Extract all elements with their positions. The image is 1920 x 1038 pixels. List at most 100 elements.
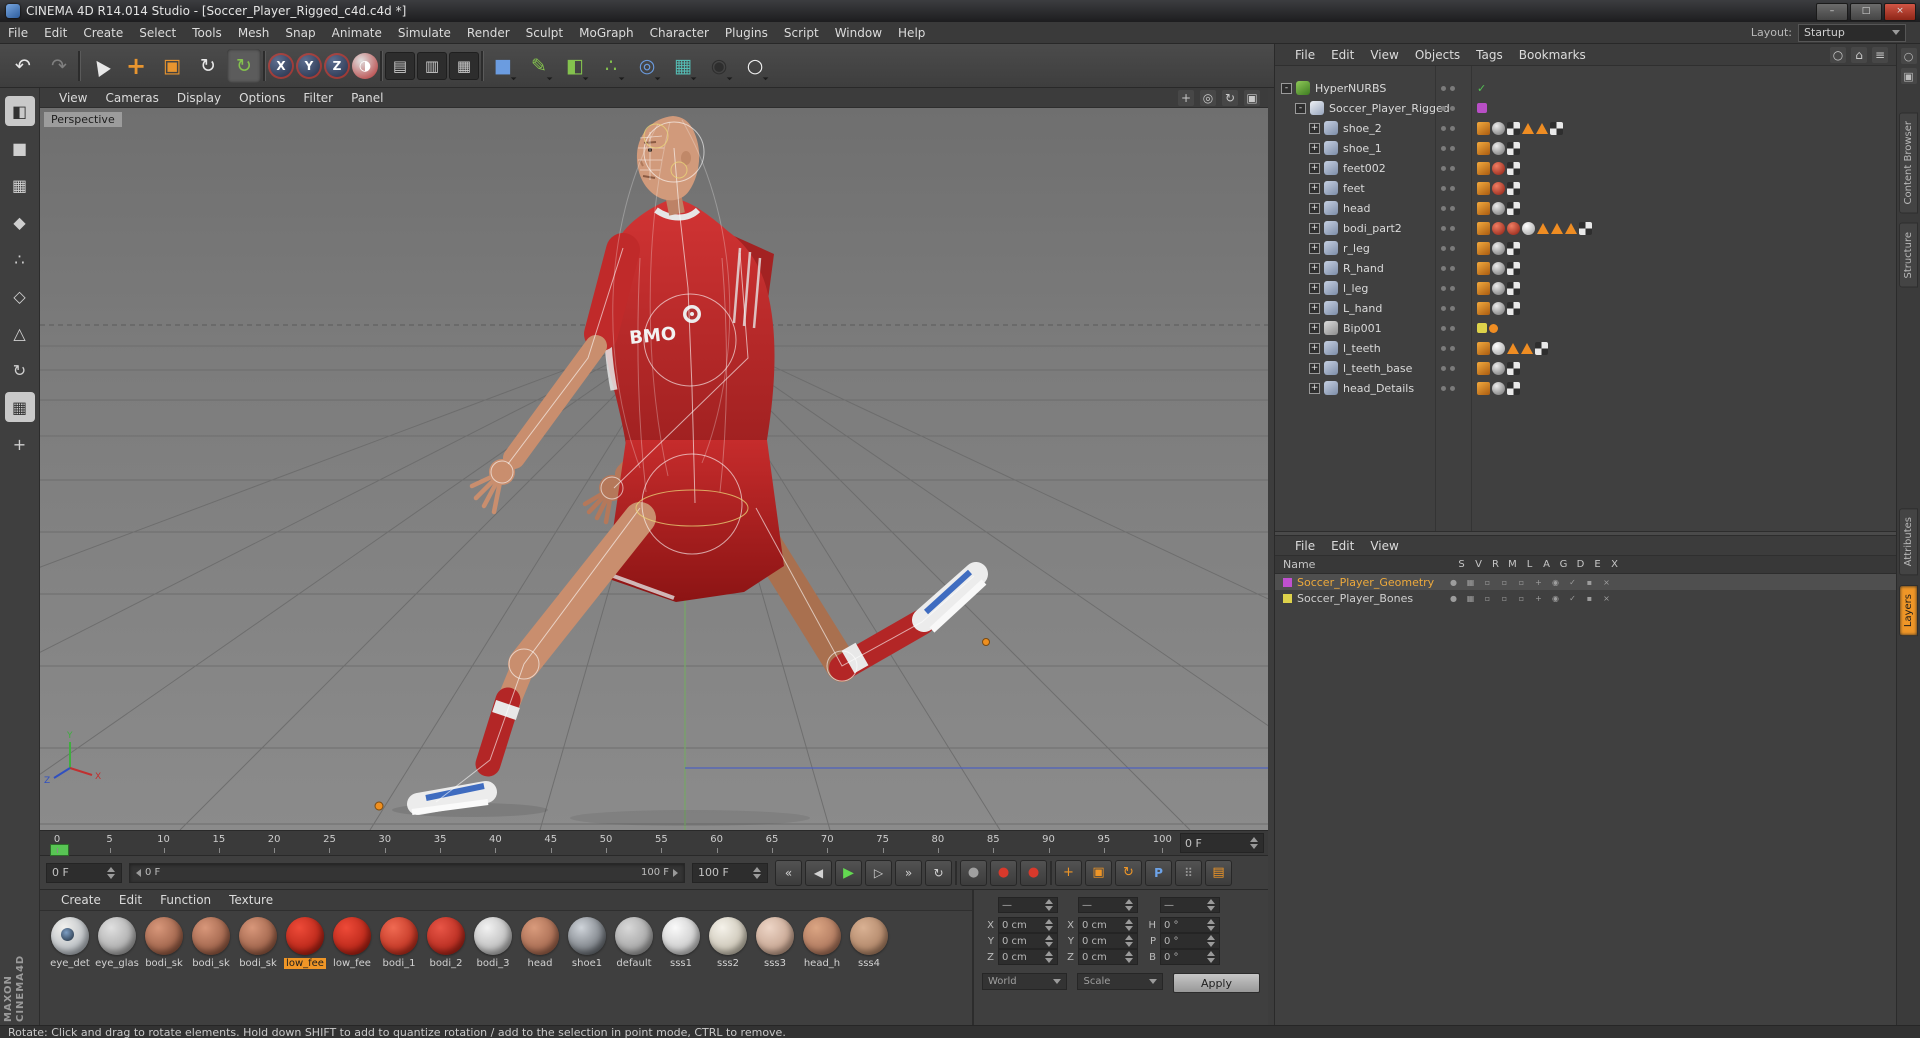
phong-tag[interactable] xyxy=(1492,301,1505,315)
object-name[interactable]: feet xyxy=(1343,182,1365,195)
axis-mode-icon[interactable]: + xyxy=(5,429,35,459)
skinred-tag[interactable] xyxy=(1507,221,1520,235)
object-manager-menu-item[interactable]: Tags xyxy=(1468,48,1511,62)
ballwhite-tag[interactable] xyxy=(1492,341,1505,355)
object-name[interactable]: l_teeth xyxy=(1343,342,1381,355)
weight-tag[interactable] xyxy=(1477,341,1490,355)
layer-toggle-icon[interactable]: × xyxy=(1598,578,1615,587)
visibility-dots[interactable] xyxy=(1441,305,1455,311)
key-selection-button[interactable]: ▣ xyxy=(1085,859,1112,886)
live-selection-icon[interactable]: ▲ xyxy=(76,42,123,89)
object-tree-row[interactable]: - Soccer_Player_Rigged xyxy=(1275,98,1896,118)
layer-manager-menu-item[interactable]: File xyxy=(1287,539,1323,553)
object-tree-row[interactable]: + r_leg xyxy=(1275,238,1896,258)
visibility-dots[interactable] xyxy=(1441,185,1455,191)
tweak-mode-icon[interactable]: ↻ xyxy=(5,355,35,385)
dot-orange-tag[interactable] xyxy=(1489,323,1498,333)
layer-toggle-icon[interactable]: ▫ xyxy=(1479,594,1496,603)
object-name[interactable]: head_Details xyxy=(1343,382,1414,395)
scale-tool-icon[interactable]: ▣ xyxy=(155,49,189,83)
add-nurbs-icon[interactable]: ◧ xyxy=(558,49,592,83)
render-view-icon[interactable]: ▤ xyxy=(385,51,415,80)
material-preview-sphere[interactable] xyxy=(662,917,700,955)
layer-toggle-icon[interactable]: ✓ xyxy=(1564,594,1581,603)
layer-name[interactable]: Soccer_Player_Bones xyxy=(1297,592,1445,605)
object-tree-row[interactable]: + bodi_part2 xyxy=(1275,218,1896,238)
material-item[interactable]: default xyxy=(612,917,656,969)
menubar-item[interactable]: Mesh xyxy=(230,26,278,40)
checker-tag[interactable] xyxy=(1507,201,1520,215)
layer-purple-tag[interactable] xyxy=(1477,103,1487,113)
skinred-tag[interactable] xyxy=(1492,161,1505,175)
add-deformer-icon[interactable]: ◎ xyxy=(630,49,664,83)
weight-tag[interactable] xyxy=(1477,281,1490,295)
goto-start-button[interactable]: « xyxy=(775,859,802,886)
material-preview-sphere[interactable] xyxy=(709,917,747,955)
pin-icon[interactable]: ▣ xyxy=(1900,68,1917,84)
add-environment-icon[interactable]: ▦ xyxy=(666,49,700,83)
powerslider-button[interactable]: P xyxy=(1145,859,1172,886)
skinred-tag[interactable] xyxy=(1492,181,1505,195)
object-name[interactable]: l_leg xyxy=(1343,282,1368,295)
menubar-item[interactable]: Render xyxy=(459,26,518,40)
close-button[interactable]: × xyxy=(1884,3,1916,21)
tri-tag[interactable] xyxy=(1537,222,1549,234)
expand-toggle-icon[interactable]: + xyxy=(1309,222,1320,234)
checker-tag[interactable] xyxy=(1507,161,1520,175)
add-cube-icon[interactable]: ■ xyxy=(486,49,520,83)
spinner-icon[interactable] xyxy=(1045,919,1054,931)
object-manager-menu-item[interactable]: File xyxy=(1287,48,1323,62)
coord-mode-field[interactable]: — xyxy=(998,897,1058,913)
expand-toggle-icon[interactable]: + xyxy=(1309,362,1320,374)
pivot-point[interactable] xyxy=(374,801,384,811)
layer-toggle-icon[interactable]: ◉ xyxy=(1547,594,1564,603)
list-icon[interactable]: ≡ xyxy=(1872,46,1888,63)
spinner-icon[interactable] xyxy=(1207,935,1216,947)
viewport-menu-item[interactable]: Options xyxy=(230,91,294,105)
layer-toggle-icon[interactable]: ▫ xyxy=(1496,578,1513,587)
object-name[interactable]: L_hand xyxy=(1343,302,1382,315)
weight-tag[interactable] xyxy=(1477,161,1490,175)
weight-tag[interactable] xyxy=(1477,361,1490,375)
lock-y-axis-icon[interactable]: Y xyxy=(296,52,322,79)
play-button[interactable]: ▶ xyxy=(835,859,862,886)
dock-tab[interactable]: Layers xyxy=(1899,585,1918,637)
object-tree-row[interactable]: + feet xyxy=(1275,178,1896,198)
spinner-icon[interactable] xyxy=(1125,899,1134,911)
phong-tag[interactable] xyxy=(1492,141,1505,155)
spinner-icon[interactable] xyxy=(753,866,762,879)
polygons-mode-icon[interactable]: △ xyxy=(5,318,35,348)
material-item[interactable]: eye_glas xyxy=(95,917,139,969)
add-light-icon[interactable]: ○ xyxy=(738,49,772,83)
minimize-button[interactable]: – xyxy=(1816,3,1848,21)
menubar-item[interactable]: Create xyxy=(75,26,131,40)
object-name[interactable]: r_leg xyxy=(1343,242,1370,255)
material-preview-sphere[interactable] xyxy=(615,917,653,955)
material-item[interactable]: sss1 xyxy=(659,917,703,969)
dock-tab[interactable]: Structure xyxy=(1899,223,1918,289)
checker-tag[interactable] xyxy=(1550,121,1563,135)
layer-toggle-icon[interactable]: ▫ xyxy=(1496,594,1513,603)
layer-toggle-icon[interactable]: ▫ xyxy=(1513,578,1530,587)
material-preview-sphere[interactable] xyxy=(333,917,371,955)
viewport-label[interactable]: Perspective xyxy=(44,112,122,127)
material-preview-sphere[interactable] xyxy=(192,917,230,955)
add-camera-icon[interactable]: ◉ xyxy=(702,49,736,83)
visibility-dots[interactable] xyxy=(1441,245,1455,251)
spinner-icon[interactable] xyxy=(1125,951,1134,963)
skinred-tag[interactable] xyxy=(1492,221,1505,235)
layer-toggle-icon[interactable]: ▪ xyxy=(1581,578,1598,587)
layer-toggle-icon[interactable]: + xyxy=(1530,578,1547,587)
add-spline-icon[interactable]: ✎ xyxy=(522,49,556,83)
object-name[interactable]: R_hand xyxy=(1343,262,1384,275)
material-item[interactable]: low_fee xyxy=(330,917,374,969)
visibility-dots[interactable] xyxy=(1441,345,1455,351)
material-preview-sphere[interactable] xyxy=(756,917,794,955)
weight-tag[interactable] xyxy=(1477,261,1490,275)
material-preview-sphere[interactable] xyxy=(850,917,888,955)
loop-button[interactable]: ↻ xyxy=(925,859,952,886)
spinner-icon[interactable] xyxy=(1125,935,1134,947)
object-manager-menu-item[interactable]: Objects xyxy=(1407,48,1468,62)
object-tree-row[interactable]: + L_hand xyxy=(1275,298,1896,318)
material-menu-item[interactable]: Create xyxy=(52,893,110,907)
